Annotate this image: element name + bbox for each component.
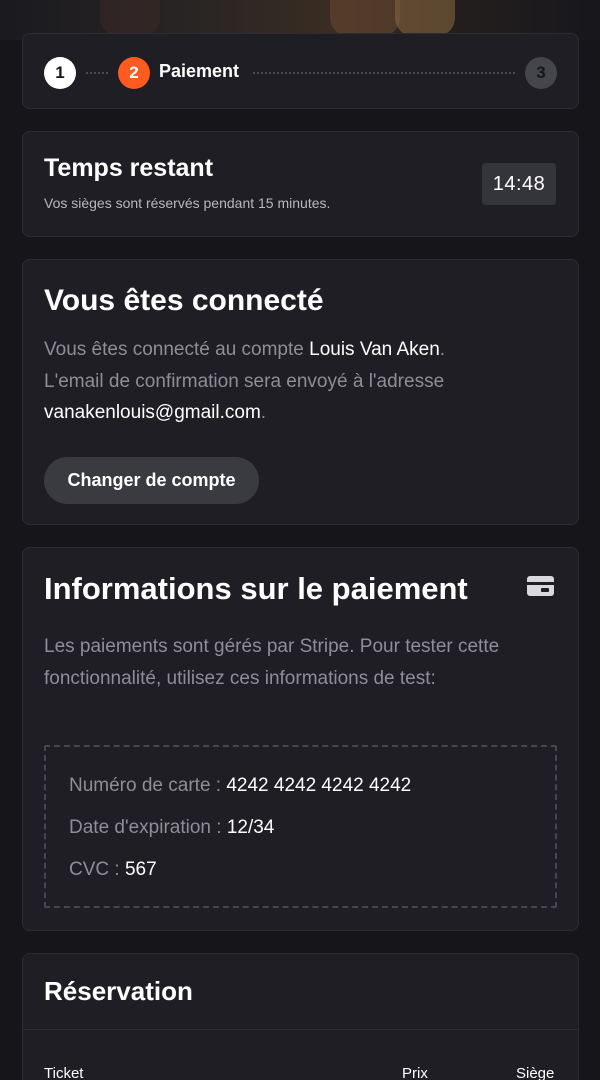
time-remaining-card: Temps restant Vos sièges sont réservés p…: [22, 131, 579, 237]
account-card: Vous êtes connecté Vous êtes connecté au…: [22, 259, 579, 525]
account-text: L'email de confirmation sera envoyé à l'…: [44, 370, 445, 392]
step-connector: [253, 72, 515, 74]
column-header-price: Prix: [402, 1065, 428, 1080]
reservation-card: Réservation Ticket Prix Siège: [22, 953, 579, 1080]
divider: [23, 1029, 578, 1030]
step-1-indicator[interactable]: 1: [44, 57, 76, 89]
account-title: Vous êtes connecté: [44, 284, 324, 317]
expiry-date-row: Date d'expiration : 12/34: [69, 817, 274, 839]
test-card-info-box: Numéro de carte : 4242 4242 4242 4242 Da…: [44, 745, 557, 908]
banner-decor: [100, 0, 160, 36]
account-email: vanakenlouis@gmail.com: [44, 402, 261, 423]
account-text: .: [260, 402, 267, 423]
banner-decor: [330, 0, 400, 36]
account-text: Vous êtes connecté au compte: [44, 339, 310, 360]
payment-description: Les paiements sont gérés par Stripe. Pou…: [44, 636, 500, 689]
cvc-row: CVC : 567: [69, 859, 157, 881]
credit-card-icon: [527, 576, 554, 596]
time-remaining-title: Temps restant: [44, 154, 214, 182]
column-header-ticket: Ticket: [44, 1065, 84, 1080]
step-2-indicator: 2: [118, 57, 150, 89]
expiry-date-label: Date d'expiration :: [69, 817, 227, 838]
payment-title: Informations sur le paiement: [44, 571, 468, 606]
expiry-date-value: 12/34: [226, 817, 275, 838]
step-2-label: Paiement: [159, 61, 240, 81]
card-number-row: Numéro de carte : 4242 4242 4242 4242: [69, 775, 411, 797]
step-connector: [86, 72, 108, 74]
column-header-seat: Siège: [516, 1065, 555, 1080]
checkout-stepper: 1 2 Paiement 3: [22, 33, 579, 109]
banner-decor: [395, 0, 455, 36]
reservation-title: Réservation: [44, 976, 193, 1006]
step-3-indicator: 3: [525, 57, 557, 89]
card-number-label: Numéro de carte :: [69, 775, 227, 796]
time-remaining-subtitle: Vos sièges sont réservés pendant 15 minu…: [44, 195, 331, 211]
account-description: Vous êtes connecté au compte Louis Van A…: [44, 334, 564, 429]
cvc-value: 567: [124, 859, 157, 880]
account-user-name: Louis Van Aken: [309, 339, 440, 360]
cvc-label: CVC :: [69, 859, 125, 880]
account-text: .: [439, 339, 446, 360]
payment-info-card: Informations sur le paiement Les paiemen…: [22, 547, 579, 931]
card-number-value: 4242 4242 4242 4242: [226, 775, 412, 796]
countdown-timer: 14:48: [482, 163, 556, 205]
change-account-button[interactable]: Changer de compte: [44, 457, 259, 504]
